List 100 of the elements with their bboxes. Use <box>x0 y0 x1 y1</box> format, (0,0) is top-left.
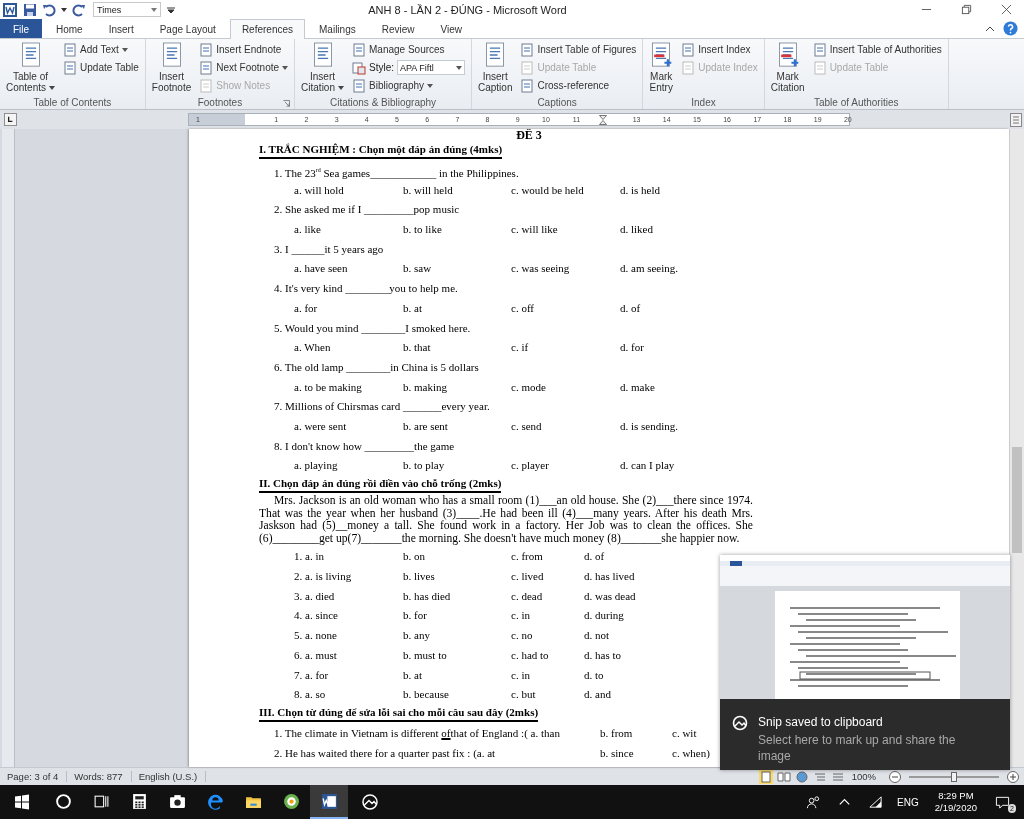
answer-option: c. in <box>511 606 584 627</box>
question-text: 2. He has waited there for a quarter past fix : (a. at <box>274 745 497 761</box>
answer-option: d. has to <box>584 645 684 666</box>
answer-option: b. because <box>403 685 511 705</box>
answer-option: c. would be held <box>511 180 620 201</box>
answer-option: d. to <box>584 665 684 686</box>
answer-option: c. will like <box>511 220 620 240</box>
ribbon-tab[interactable]: View <box>428 19 474 38</box>
answer-option: c. mode <box>511 377 620 398</box>
answer-option: c. when) <box>672 743 710 764</box>
question-text: 4. It's very kind ________you to help me. <box>274 281 459 297</box>
notification-message: Select here to mark up and share the image <box>758 732 957 764</box>
clock[interactable]: 8:29 PM 2/19/2020 <box>934 790 977 814</box>
answer-option: c. player <box>511 456 620 476</box>
font-name-field[interactable]: Times <box>93 2 161 17</box>
notification-panel[interactable]: Snip saved to clipboard Select here to mark up and share the image <box>720 699 1010 770</box>
answer-option: a. to be making <box>294 377 403 398</box>
answer-option: d. of <box>620 298 730 319</box>
ribbon-button[interactable]: Insert Table of Authorities <box>810 41 944 58</box>
ribbon-large-button[interactable]: Mark Citation <box>768 41 807 96</box>
answer-option: a. have seen <box>294 259 403 280</box>
answer-option: d. am seeing. <box>620 259 730 280</box>
answer-option: 4. a. since <box>294 606 403 627</box>
answer-option: b. to play <box>403 456 511 476</box>
answer-option: d. for <box>620 338 730 358</box>
window-title: ANH 8 - LẦN 2 - ĐÚNG - Microsoft Word <box>367 3 568 16</box>
ribbon-button[interactable]: Add Text <box>61 41 141 58</box>
answer-option: c. but <box>511 685 584 705</box>
answer-option: 5. a. none <box>294 626 403 646</box>
answer-option: c. lived <box>511 567 584 587</box>
answer-option: 6. a. must <box>294 645 403 666</box>
answer-option: 1. a. in <box>294 547 403 568</box>
word-count[interactable]: Words: 877 <box>71 771 132 782</box>
ribbon-large-button[interactable]: Table of Contents <box>4 41 58 96</box>
ribbon-button[interactable]: Insert Table of Figures <box>518 41 639 58</box>
question-text: 5. Would you mind ________I smoked here. <box>274 320 472 336</box>
answer-option: c. off <box>511 298 620 319</box>
ribbon-tab[interactable]: Insert <box>96 19 146 38</box>
answer-option: b. to like <box>403 220 511 240</box>
answer-option: c. was seeing <box>511 259 620 280</box>
section-heading: I. TRẮC NGHIỆM : Chọn một đáp án đúng (4mks) <box>259 142 503 159</box>
answer-option: d. is held <box>620 180 730 201</box>
section-heading: III. Chọn từ đúng để sửa lỗi sai cho mỗi câu sau đây (2mks) <box>259 704 539 722</box>
ribbon-button[interactable]: Manage Sources <box>350 41 467 58</box>
ribbon-tab[interactable]: Review <box>369 19 427 38</box>
style-dropdown[interactable]: APA Fiftl <box>397 60 465 75</box>
answer-option: b. at <box>403 665 511 686</box>
answer-option: b. for <box>403 606 511 627</box>
answer-option: b. making <box>403 377 511 398</box>
ribbon-button[interactable]: Update Table <box>61 59 141 76</box>
ribbon-button[interactable]: Insert Index <box>679 41 760 58</box>
question-text: 1. The climate in Vietnam is different ofthat of England :( a. than <box>274 725 561 741</box>
input-language[interactable]: ENG <box>897 796 919 808</box>
ribbon-group-label: Citations & Bibliography <box>329 97 437 108</box>
answer-option: a. When <box>294 338 403 358</box>
answer-option: a. will hold <box>294 180 403 201</box>
answer-option: d. is sending. <box>620 416 730 437</box>
ribbon-tab[interactable]: Home <box>44 19 95 38</box>
answer-option: d. was dead <box>584 586 684 607</box>
answer-option: b. that <box>403 338 511 358</box>
answer-option: c. in <box>511 665 584 686</box>
answer-option: b. will held <box>403 180 511 201</box>
ribbon-button[interactable]: Insert Endnote <box>197 41 291 58</box>
ribbon-large-button[interactable]: Insert Citation <box>299 41 346 96</box>
answer-option: b. saw <box>403 259 511 280</box>
answer-option: b. must to <box>403 645 511 666</box>
language-indicator[interactable]: English (U.S.) <box>135 771 207 782</box>
file-tab[interactable]: File <box>0 19 42 38</box>
ribbon-tab[interactable]: Page Layout <box>147 19 228 38</box>
answer-option: b. any <box>403 626 511 646</box>
answer-option: b. at <box>403 298 511 319</box>
ribbon-group-label: Captions <box>537 97 577 108</box>
answer-option: a. playing <box>294 456 403 476</box>
answer-option: d. of <box>584 547 684 568</box>
answer-option: b. on <box>403 547 511 568</box>
ribbon-button[interactable]: Next Footnote <box>197 59 291 76</box>
page-count[interactable]: Page: 3 of 4 <box>4 771 68 782</box>
answer-option: 7. a. for <box>294 665 403 686</box>
question-text: 3. I ______it 5 years ago <box>274 241 385 257</box>
answer-option: a. were sent <box>294 416 403 437</box>
answer-option: 8. a. so <box>294 685 403 705</box>
ribbon-button[interactable]: Bibliography <box>350 77 467 94</box>
ribbon-large-button[interactable]: Mark Entry <box>647 41 676 96</box>
answer-option: c. dead <box>511 586 584 607</box>
passage-text: Mrs. Jackson is an old woman who has a small room (1)___an old house. She (2)___there since 1974. That was the year when her husband (3)____.He had been ill (4)___many years. After his death Mrs. Jaskson had (5)__money a tall. She found work in a factory. Her Job was to clean the offices. She (6)________get up(7)_______the morning. She doesn't have much money (8)_______she happier now. <box>259 495 753 546</box>
answer-option: d. make <box>620 377 730 398</box>
ribbon-tab[interactable]: References <box>229 19 305 39</box>
ribbon-button[interactable]: Cross-reference <box>518 77 639 94</box>
ribbon-large-button[interactable]: Insert Caption <box>476 41 515 96</box>
ribbon-group-label: Footnotes <box>197 97 243 108</box>
question-text: 7. Millions of Chirsmas card _______every year. <box>274 399 491 415</box>
ribbon-tab[interactable]: Mailings <box>307 19 368 38</box>
notification-title: Snip saved to clipboard <box>758 715 884 729</box>
answer-option: 2. a. is living <box>294 567 403 587</box>
answer-option: a. like <box>294 220 403 240</box>
answer-option: b. has died <box>403 586 511 607</box>
style-label: Style: <box>369 62 394 73</box>
answer-option: c. wit <box>672 723 697 744</box>
ribbon-large-button[interactable]: Insert Footnote <box>149 41 194 96</box>
zoom-level[interactable]: 100% <box>848 771 884 782</box>
